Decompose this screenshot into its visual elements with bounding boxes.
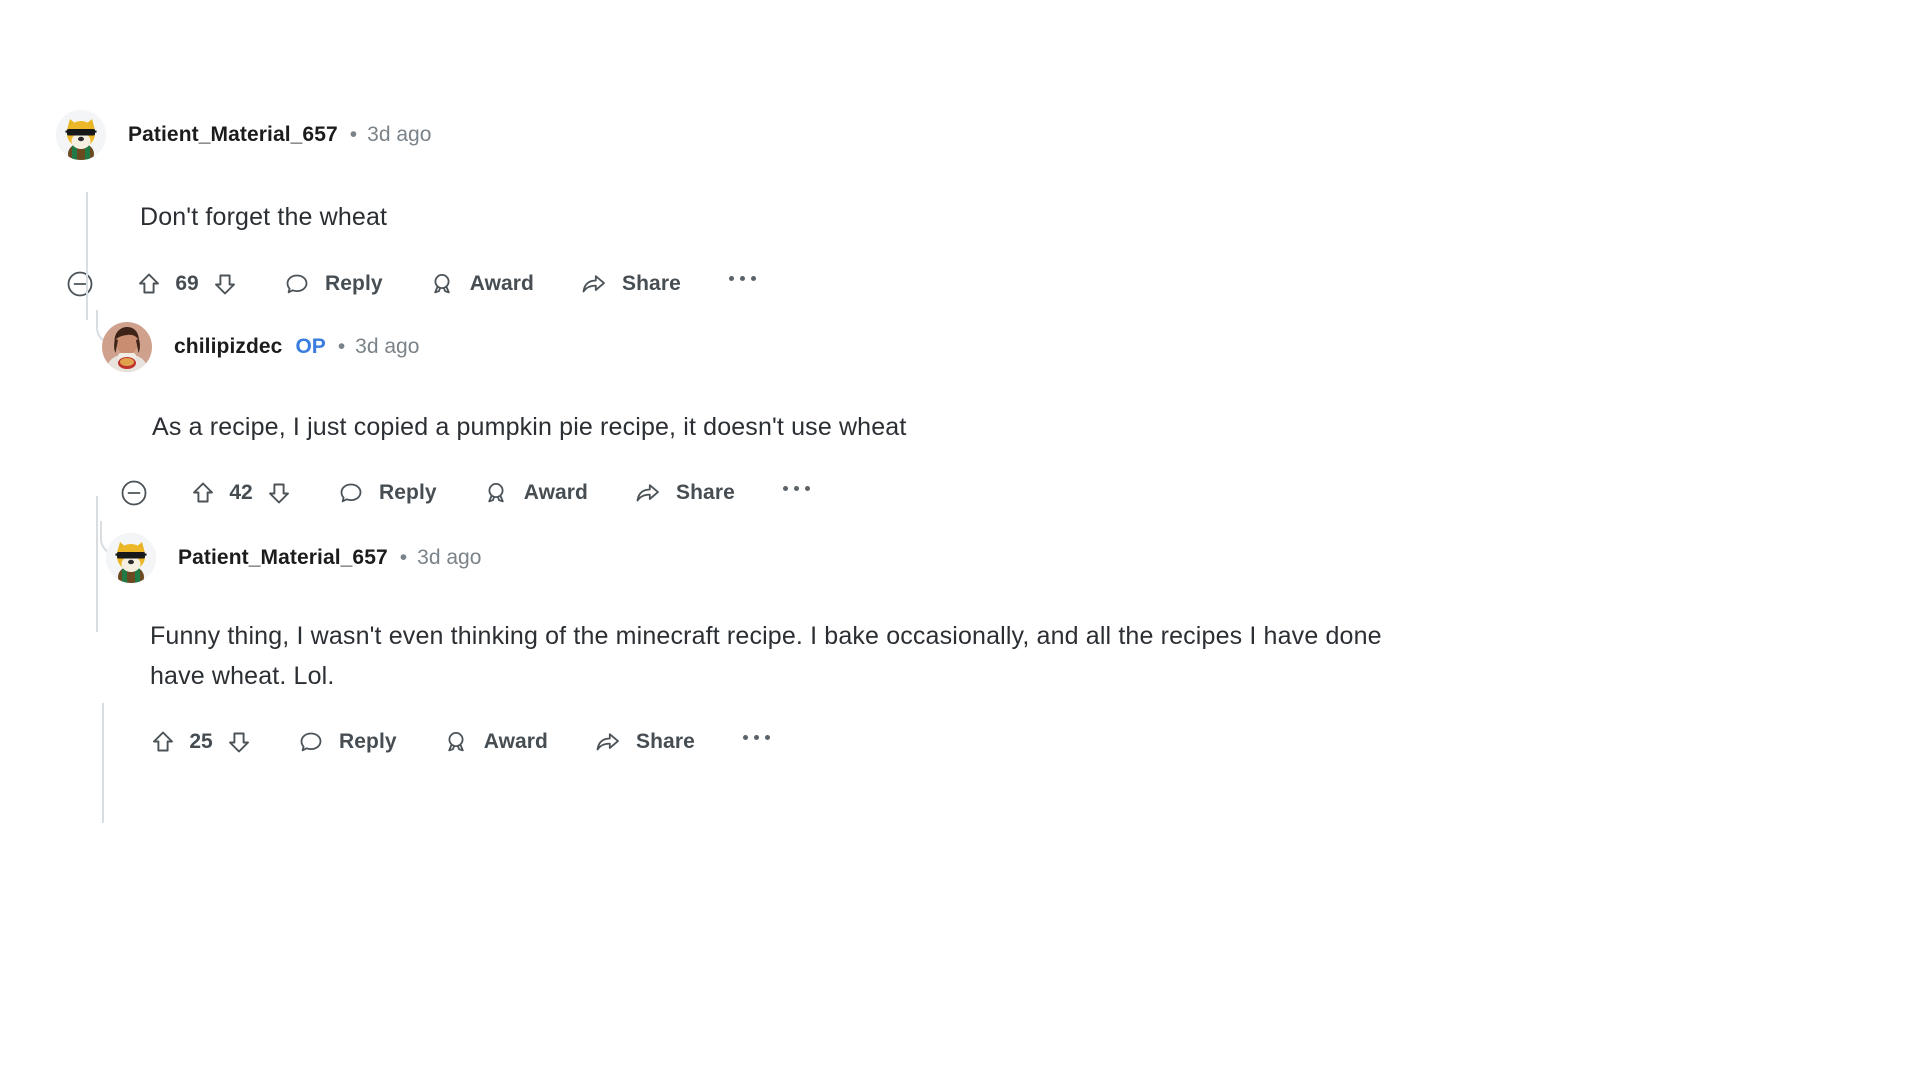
vote-count: 25 — [189, 730, 213, 753]
upvote-button[interactable] — [136, 271, 162, 297]
more-ellipsis-icon — [804, 485, 810, 491]
share-label: Share — [622, 271, 681, 295]
comment-timestamp: 3d ago — [417, 546, 482, 569]
more-ellipsis-icon — [750, 276, 756, 281]
collapse-button[interactable] — [120, 479, 148, 507]
downvote-button[interactable] — [212, 271, 238, 297]
meta-separator: • — [349, 123, 358, 146]
more-options-button[interactable] — [742, 734, 770, 750]
award-label: Award — [523, 481, 588, 504]
upvote-arrow-icon — [153, 731, 173, 752]
award-button[interactable]: Award — [443, 729, 548, 755]
collapse-minus-circle-icon — [121, 480, 147, 506]
award-button[interactable]: Award — [483, 480, 588, 506]
vote-group: 42 — [190, 480, 292, 506]
comment-body: Don't forget the wheat — [140, 203, 388, 231]
doge-sunglasses-avatar-icon — [56, 110, 106, 160]
comment-item: chilipizdec OP • 3d ago As a recipe, I j… — [66, 304, 1568, 632]
downvote-button[interactable] — [266, 480, 292, 506]
downvote-arrow-icon — [269, 483, 289, 504]
share-arrow-icon — [634, 480, 661, 506]
more-ellipsis-icon — [739, 276, 745, 281]
comment-item: Patient_Material_657 • 3d ago Funny thin… — [72, 513, 1568, 823]
reply-button[interactable]: Reply — [338, 480, 437, 506]
downvote-button[interactable] — [226, 729, 252, 755]
upvote-arrow-icon — [193, 482, 213, 503]
comment-body: As a recipe, I just copied a pumpkin pie… — [152, 412, 907, 441]
share-button[interactable]: Share — [594, 729, 695, 755]
collapse-minus-circle-icon — [67, 271, 93, 296]
comment-item: Patient_Material_657 • 3d ago Don't forg… — [56, 0, 1568, 320]
comment-header: Patient_Material_657 • 3d ago — [106, 533, 1568, 583]
reddit-comment-thread-page: Patient_Material_657 • 3d ago Don't forg… — [0, 0, 1920, 1080]
vote-count: 42 — [229, 481, 253, 504]
upvote-button[interactable] — [150, 729, 176, 755]
thread-line[interactable] — [102, 703, 104, 823]
comment-bubble-icon — [298, 729, 324, 755]
vote-count: 69 — [175, 271, 199, 295]
comment-bubble-icon — [284, 271, 310, 297]
downvote-arrow-icon — [229, 732, 249, 753]
reply-button[interactable]: Reply — [284, 271, 383, 297]
upvote-button[interactable] — [190, 480, 216, 506]
collapse-button[interactable] — [66, 270, 94, 298]
more-ellipsis-icon — [793, 485, 799, 491]
share-arrow-icon — [580, 271, 607, 297]
comment-bubble-icon — [338, 480, 364, 506]
comment-username[interactable]: Patient_Material_657 — [128, 123, 338, 147]
downvote-arrow-icon — [215, 274, 235, 294]
reply-label: Reply — [339, 730, 397, 753]
op-badge: OP — [295, 334, 326, 358]
comment-header: Patient_Material_657 • 3d ago — [56, 110, 1568, 160]
comment-body: Funny thing, I wasn't even thinking of t… — [150, 622, 1382, 690]
more-ellipsis-icon — [753, 734, 759, 740]
comment-action-bar: 42 Reply Award Share — [120, 473, 1568, 513]
award-label: Award — [469, 271, 534, 295]
avatar[interactable] — [106, 533, 156, 583]
more-ellipsis-icon — [742, 734, 748, 740]
avatar[interactable] — [102, 321, 152, 372]
meta-separator: • — [399, 546, 408, 569]
doge-sunglasses-avatar-icon — [106, 533, 156, 583]
comment-timestamp: 3d ago — [367, 123, 432, 146]
vote-group: 25 — [150, 729, 252, 755]
comment-username[interactable]: Patient_Material_657 — [178, 546, 388, 570]
avatar[interactable] — [56, 110, 106, 160]
comment-action-bar: 25 Reply Award Share — [150, 722, 1568, 762]
share-button[interactable]: Share — [634, 480, 735, 506]
more-ellipsis-icon — [728, 276, 734, 281]
thread-line[interactable] — [86, 192, 88, 320]
share-label: Share — [636, 730, 695, 753]
award-medal-icon — [429, 271, 455, 297]
comment-timestamp: 3d ago — [355, 334, 420, 358]
reply-label: Reply — [379, 481, 437, 504]
more-ellipsis-icon — [764, 734, 770, 740]
comment-thread: Patient_Material_657 • 3d ago Don't forg… — [0, 0, 1568, 823]
award-button[interactable]: Award — [429, 271, 534, 297]
vote-group: 69 — [136, 271, 238, 297]
more-options-button[interactable] — [728, 276, 756, 291]
more-ellipsis-icon — [782, 485, 788, 491]
award-medal-icon — [443, 729, 469, 755]
reply-label: Reply — [325, 271, 383, 295]
upvote-arrow-icon — [139, 273, 159, 293]
comment-username[interactable]: chilipizdec — [174, 335, 282, 359]
share-arrow-icon — [594, 729, 621, 755]
reply-button[interactable]: Reply — [298, 729, 397, 755]
award-medal-icon — [483, 480, 509, 506]
comment-action-bar: 69 Reply Award Share — [66, 264, 1568, 304]
share-button[interactable]: Share — [580, 271, 681, 297]
more-options-button[interactable] — [782, 485, 810, 501]
award-label: Award — [483, 730, 548, 753]
person-photo-avatar-icon — [102, 321, 152, 372]
share-label: Share — [676, 481, 735, 504]
meta-separator: • — [337, 334, 346, 358]
comment-header: chilipizdec OP • 3d ago — [102, 321, 1568, 372]
